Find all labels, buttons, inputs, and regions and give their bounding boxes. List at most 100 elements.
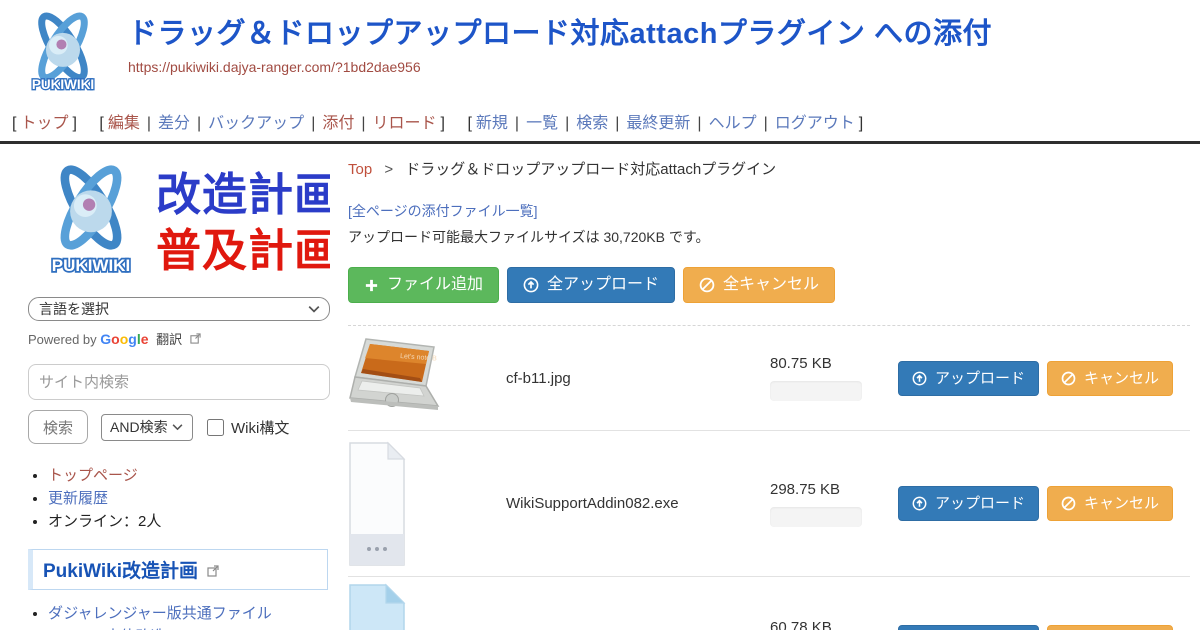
nav-item-new[interactable]: 新規	[476, 115, 508, 132]
sidebar-item-toppage[interactable]: トップページ	[48, 467, 138, 484]
max-upload-size-text: アップロード可能最大ファイルサイズは 30,720KB です。	[348, 227, 1190, 247]
breadcrumb-separator: >	[384, 161, 393, 178]
separator: |	[615, 115, 619, 132]
site-search-input[interactable]	[28, 364, 330, 400]
nav-item-diff[interactable]: 差分	[158, 115, 190, 132]
nav-item-attach[interactable]: 添付	[322, 115, 354, 132]
sidebar-logo-line2: 普及計画	[156, 225, 330, 276]
upload-toolbar: ファイル追加 全アップロード 全キャンセル	[348, 267, 1190, 303]
translate-link[interactable]: 翻訳	[156, 332, 182, 347]
wiki-syntax-checkbox[interactable]	[207, 419, 224, 436]
file-thumbnail-laptop: Let's note B	[348, 336, 506, 420]
sidebar-logo-brand: PUKIWIKI	[52, 256, 130, 275]
nav-item-search[interactable]: 検索	[576, 115, 608, 132]
svg-text:</>: </>	[353, 624, 406, 630]
sidebar-logo-line1: 改造計画	[156, 169, 330, 220]
chevron-down-icon	[172, 424, 183, 431]
pending-upload-list: Let's note B cf-b11.jpg 80.75 KB	[348, 325, 1190, 630]
plus-icon	[364, 278, 379, 293]
sidebar-heading-link[interactable]: PukiWiki改造計画	[43, 561, 198, 582]
logo-brand-text: PUKIWIKI	[32, 77, 94, 92]
google-logo: Google	[100, 331, 148, 347]
separator: |	[147, 115, 151, 132]
upload-circle-icon	[912, 496, 927, 511]
pukiwiki-attach-page: PUKIWIKI ドラッグ＆ドロップアップロード対応attachプラグイン への…	[0, 0, 1200, 630]
file-row: </> contents.html 60.78 KB アップロード	[348, 576, 1190, 630]
separator: |	[565, 115, 569, 132]
separator: |	[311, 115, 315, 132]
bracket: [	[12, 115, 16, 132]
bracket: [	[467, 115, 471, 132]
upload-progress-bar	[770, 381, 862, 401]
sidebar-site-logo[interactable]: PUKIWIKI 改造計画 普及計画	[28, 158, 330, 285]
language-select-value: 言語を選択	[39, 299, 109, 319]
file-icon-html: </>	[348, 583, 506, 630]
separator: |	[515, 115, 519, 132]
page-title: ドラッグ＆ドロップアップロード対応attachプラグイン への添付	[128, 18, 992, 51]
file-icon-generic	[348, 441, 506, 567]
sidebar-plugin-links: ダジャレンジャー版共通ファイル PukiWiki本体改造 PukiWikiテキス…	[28, 604, 330, 630]
google-translate-attribution: Powered by Google 翻訳	[28, 329, 330, 348]
nav-item-reload[interactable]: リロード	[373, 115, 437, 132]
file-size: 60.78 KB	[770, 619, 876, 630]
add-files-button[interactable]: ファイル追加	[348, 267, 499, 303]
sidebar-item-recent-changes[interactable]: 更新履歴	[48, 490, 108, 507]
file-size: 80.75 KB	[770, 355, 876, 372]
upload-all-button[interactable]: 全アップロード	[507, 267, 675, 303]
ban-circle-icon	[699, 277, 715, 293]
cancel-button[interactable]: キャンセル	[1047, 486, 1173, 521]
list-item: 更新履歴	[48, 489, 330, 509]
nav-item-backup[interactable]: バックアップ	[208, 115, 304, 132]
separator: |	[197, 115, 201, 132]
pukiwiki-logo-icon[interactable]: PUKIWIKI	[18, 8, 108, 105]
cancel-button[interactable]: キャンセル	[1047, 625, 1173, 630]
external-link-icon	[190, 333, 201, 344]
upload-button[interactable]: アップロード	[898, 625, 1039, 630]
search-mode-value: AND検索	[110, 417, 168, 437]
sidebar-heading: PukiWiki改造計画	[28, 549, 328, 590]
all-attachments-link[interactable]: [全ページの添付ファイル一覧]	[348, 201, 538, 221]
bracket: ]	[72, 115, 76, 132]
chevron-down-icon	[308, 305, 320, 313]
breadcrumb-home-link[interactable]: Top	[348, 161, 372, 178]
nav-item-help[interactable]: ヘルプ	[709, 115, 757, 132]
breadcrumb-current: ドラッグ＆ドロップアップロード対応attachプラグイン	[405, 161, 776, 178]
nav-item-recent[interactable]: 最終更新	[626, 115, 690, 132]
separator: |	[697, 115, 701, 132]
top-navbar: [トップ] [編集|差分|バックアップ|添付|リロード] [新規|一覧|検索|最…	[0, 105, 1200, 144]
search-button[interactable]: 検索	[28, 410, 88, 444]
nav-item-edit[interactable]: 編集	[108, 115, 140, 132]
cancel-button[interactable]: キャンセル	[1047, 361, 1173, 396]
nav-item-logout[interactable]: ログアウト	[775, 115, 855, 132]
upload-button[interactable]: アップロード	[898, 486, 1039, 521]
separator: |	[361, 115, 365, 132]
page-url-link[interactable]: https://pukiwiki.dajya-ranger.com/?1bd2d…	[128, 59, 421, 75]
sidebar-quick-links: トップページ 更新履歴 オンライン：2人	[28, 466, 330, 531]
language-select[interactable]: 言語を選択	[28, 297, 330, 321]
bracket: ]	[441, 115, 445, 132]
external-link-icon	[207, 565, 219, 577]
bracket: ]	[859, 115, 863, 132]
upload-circle-icon	[523, 277, 539, 293]
search-mode-select[interactable]: AND検索	[101, 414, 193, 441]
nav-item-top[interactable]: トップ	[20, 115, 68, 132]
ban-circle-icon	[1061, 371, 1076, 386]
main-content: Top > ドラッグ＆ドロップアップロード対応attachプラグイン [全ページ…	[330, 144, 1200, 630]
wiki-syntax-label: Wiki構文	[231, 417, 289, 438]
online-count: オンライン：2人	[48, 513, 161, 530]
nav-item-list[interactable]: 一覧	[526, 115, 558, 132]
ban-circle-icon	[1061, 496, 1076, 511]
upload-progress-bar	[770, 507, 862, 527]
cancel-all-button[interactable]: 全キャンセル	[683, 267, 835, 303]
breadcrumb: Top > ドラッグ＆ドロップアップロード対応attachプラグイン	[348, 158, 1190, 179]
page-header: PUKIWIKI ドラッグ＆ドロップアップロード対応attachプラグイン への…	[0, 0, 1200, 105]
list-item: ダジャレンジャー版共通ファイル	[48, 604, 330, 624]
separator: |	[764, 115, 768, 132]
file-row: WikiSupportAddin082.exe 298.75 KB アップロード…	[348, 430, 1190, 576]
powered-by-text: Powered by	[28, 332, 97, 347]
sidebar: PUKIWIKI 改造計画 普及計画 言語を選択 Powered by Goog…	[0, 144, 330, 630]
list-item: トップページ	[48, 466, 330, 486]
upload-button[interactable]: アップロード	[898, 361, 1039, 396]
sidebar-item-common-files[interactable]: ダジャレンジャー版共通ファイル	[48, 605, 272, 622]
file-row: Let's note B cf-b11.jpg 80.75 KB	[348, 325, 1190, 430]
